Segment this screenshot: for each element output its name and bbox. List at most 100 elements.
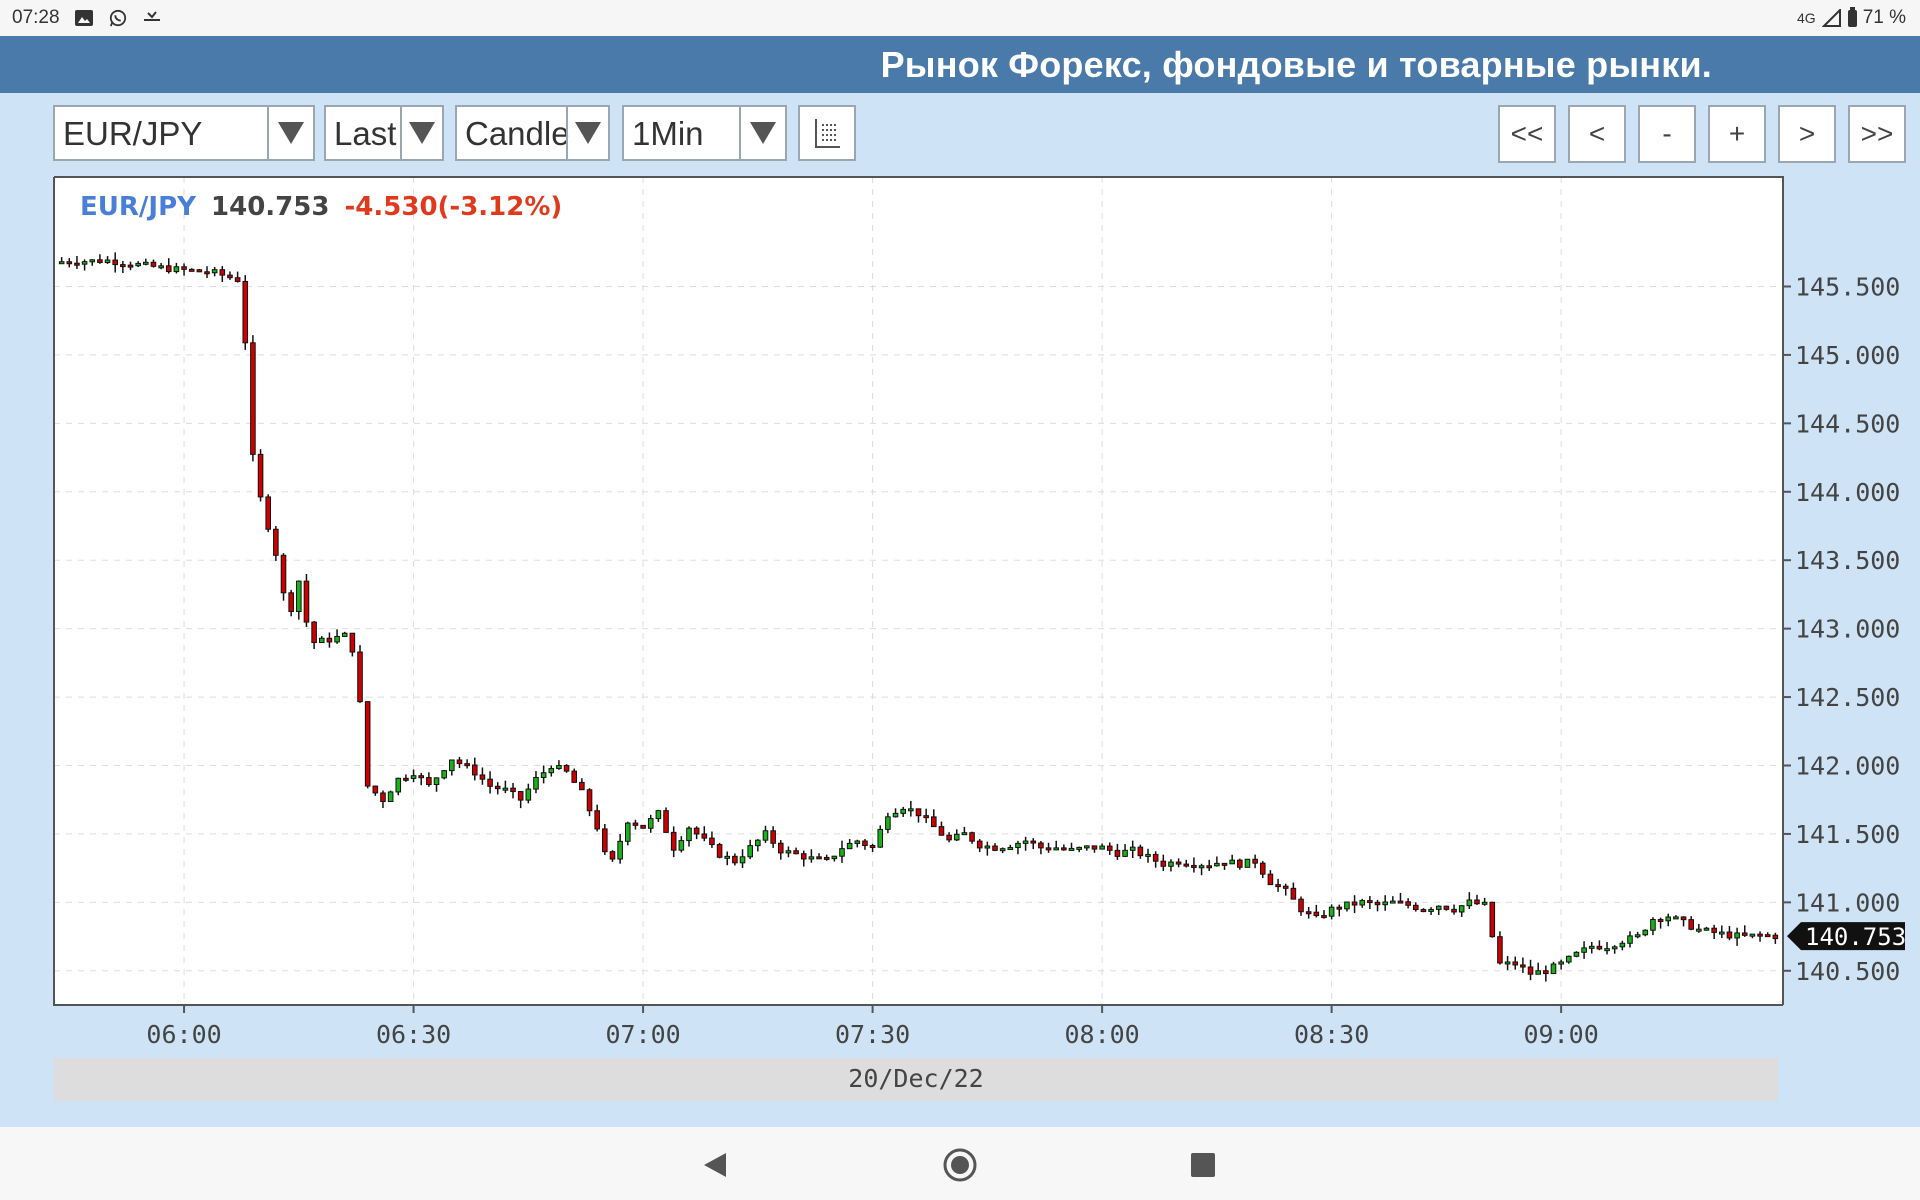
candle-down <box>357 645 363 703</box>
quote-header: EUR/JPY 140.753 -4.530(-3.12%) <box>80 192 562 222</box>
candle-down <box>196 268 203 273</box>
candle-body <box>1221 862 1228 866</box>
candle-body <box>364 701 371 787</box>
candle-body <box>862 840 868 846</box>
candle-body <box>777 842 784 854</box>
recents-icon[interactable] <box>1190 1152 1216 1178</box>
candle-body <box>923 815 929 819</box>
candle-body <box>1275 884 1281 888</box>
x-axis: 06:00 06:30 07:00 07:30 08:00 08:30 09:00 <box>146 1005 1599 1049</box>
candle-body <box>150 261 157 267</box>
title-banner: Рынок Форекс, фондовые и товарные рынки. <box>0 36 1920 93</box>
candle-body <box>992 845 998 851</box>
candle-body <box>594 810 600 830</box>
candle-body <box>869 844 876 848</box>
candle-body <box>1772 934 1779 940</box>
candle-body <box>1298 898 1304 913</box>
network-label: 4G <box>1797 10 1816 26</box>
candle-body <box>548 768 555 774</box>
candle-body <box>1665 916 1672 922</box>
candle-body <box>479 774 486 780</box>
candle-body <box>1091 845 1098 850</box>
candle-down <box>1497 931 1503 965</box>
candle-body <box>1734 932 1740 939</box>
candle-body <box>349 632 356 653</box>
plot-area[interactable] <box>54 177 1783 1005</box>
candle-body <box>219 269 226 276</box>
candle-body <box>1673 916 1679 920</box>
candle-body <box>1611 946 1618 950</box>
page-title: Рынок Форекс, фондовые и товарные рынки. <box>880 44 1712 85</box>
candle-body <box>1504 961 1511 965</box>
candle-body <box>158 265 164 269</box>
candle-body <box>1259 862 1266 875</box>
candle-body <box>303 580 310 623</box>
candle-body <box>1015 842 1021 849</box>
candle-body <box>1099 845 1105 850</box>
candle-body <box>1359 900 1366 906</box>
candle-body <box>250 342 256 455</box>
whatsapp-icon <box>109 9 126 27</box>
candle-body <box>1030 840 1037 844</box>
back-icon[interactable] <box>702 1151 728 1179</box>
date-strip: 20/Dec/22 <box>54 1058 1778 1101</box>
candle-body <box>58 261 65 265</box>
quote-symbol: EUR/JPY <box>80 192 197 222</box>
candle-body <box>74 262 80 266</box>
candle-body <box>686 827 692 842</box>
candle-body <box>701 833 708 839</box>
candle-body <box>257 453 264 498</box>
candle-body <box>311 621 317 644</box>
candle-body <box>1489 901 1496 938</box>
x-tick-label: 07:30 <box>835 1020 910 1049</box>
candle-body <box>793 850 799 855</box>
candle-down <box>1489 901 1496 938</box>
candle-body <box>1573 951 1580 957</box>
candle-up <box>441 770 447 780</box>
candle-body <box>976 840 983 849</box>
candle-body <box>1474 899 1480 905</box>
candle-up <box>1550 961 1557 975</box>
candle-body <box>1558 961 1564 965</box>
candle-body <box>755 839 761 847</box>
x-tick-label: 09:00 <box>1524 1020 1599 1049</box>
candle-body <box>533 776 539 790</box>
candle-body <box>1328 906 1335 917</box>
candle-body <box>1535 970 1541 975</box>
candle-body <box>1374 901 1381 906</box>
home-icon[interactable] <box>942 1147 978 1183</box>
y-tick-label: 142.500 <box>1795 683 1900 712</box>
candle-body <box>678 840 685 851</box>
x-tick-label: 08:30 <box>1294 1020 1369 1049</box>
candle-body <box>1412 904 1419 911</box>
candle-body <box>732 855 738 864</box>
candle-body <box>1443 905 1450 910</box>
candle-body <box>1458 905 1465 913</box>
candle-body <box>1726 931 1733 939</box>
candle-body <box>510 787 516 793</box>
candle-body <box>227 274 233 279</box>
candle-body <box>831 855 838 860</box>
candle-body <box>892 812 899 818</box>
candlestick-chart[interactable]: 145.500 145.000 144.500 144.000 143.500 143.0… <box>0 93 1920 1058</box>
candle-body <box>1313 911 1320 917</box>
candle-body <box>1305 911 1312 915</box>
candle-body <box>908 808 914 812</box>
candle-body <box>617 840 623 860</box>
candle-body <box>1604 948 1610 952</box>
candle-body <box>1045 847 1052 851</box>
candle-down <box>571 768 578 783</box>
candle-body <box>234 277 241 282</box>
candle-body <box>1351 901 1358 906</box>
candle-body <box>357 651 363 703</box>
y-tick-label: 143.000 <box>1795 615 1900 644</box>
candle-body <box>334 635 340 643</box>
candle-down <box>716 842 723 859</box>
x-tick-label: 06:00 <box>146 1020 221 1049</box>
candle-body <box>709 837 715 846</box>
candle-body <box>1397 900 1404 904</box>
candle-body <box>433 777 440 786</box>
candle-body <box>372 785 379 794</box>
candle-body <box>1206 865 1213 869</box>
y-axis: 145.500 145.000 144.500 144.000 143.500 143.0… <box>1783 272 1900 986</box>
